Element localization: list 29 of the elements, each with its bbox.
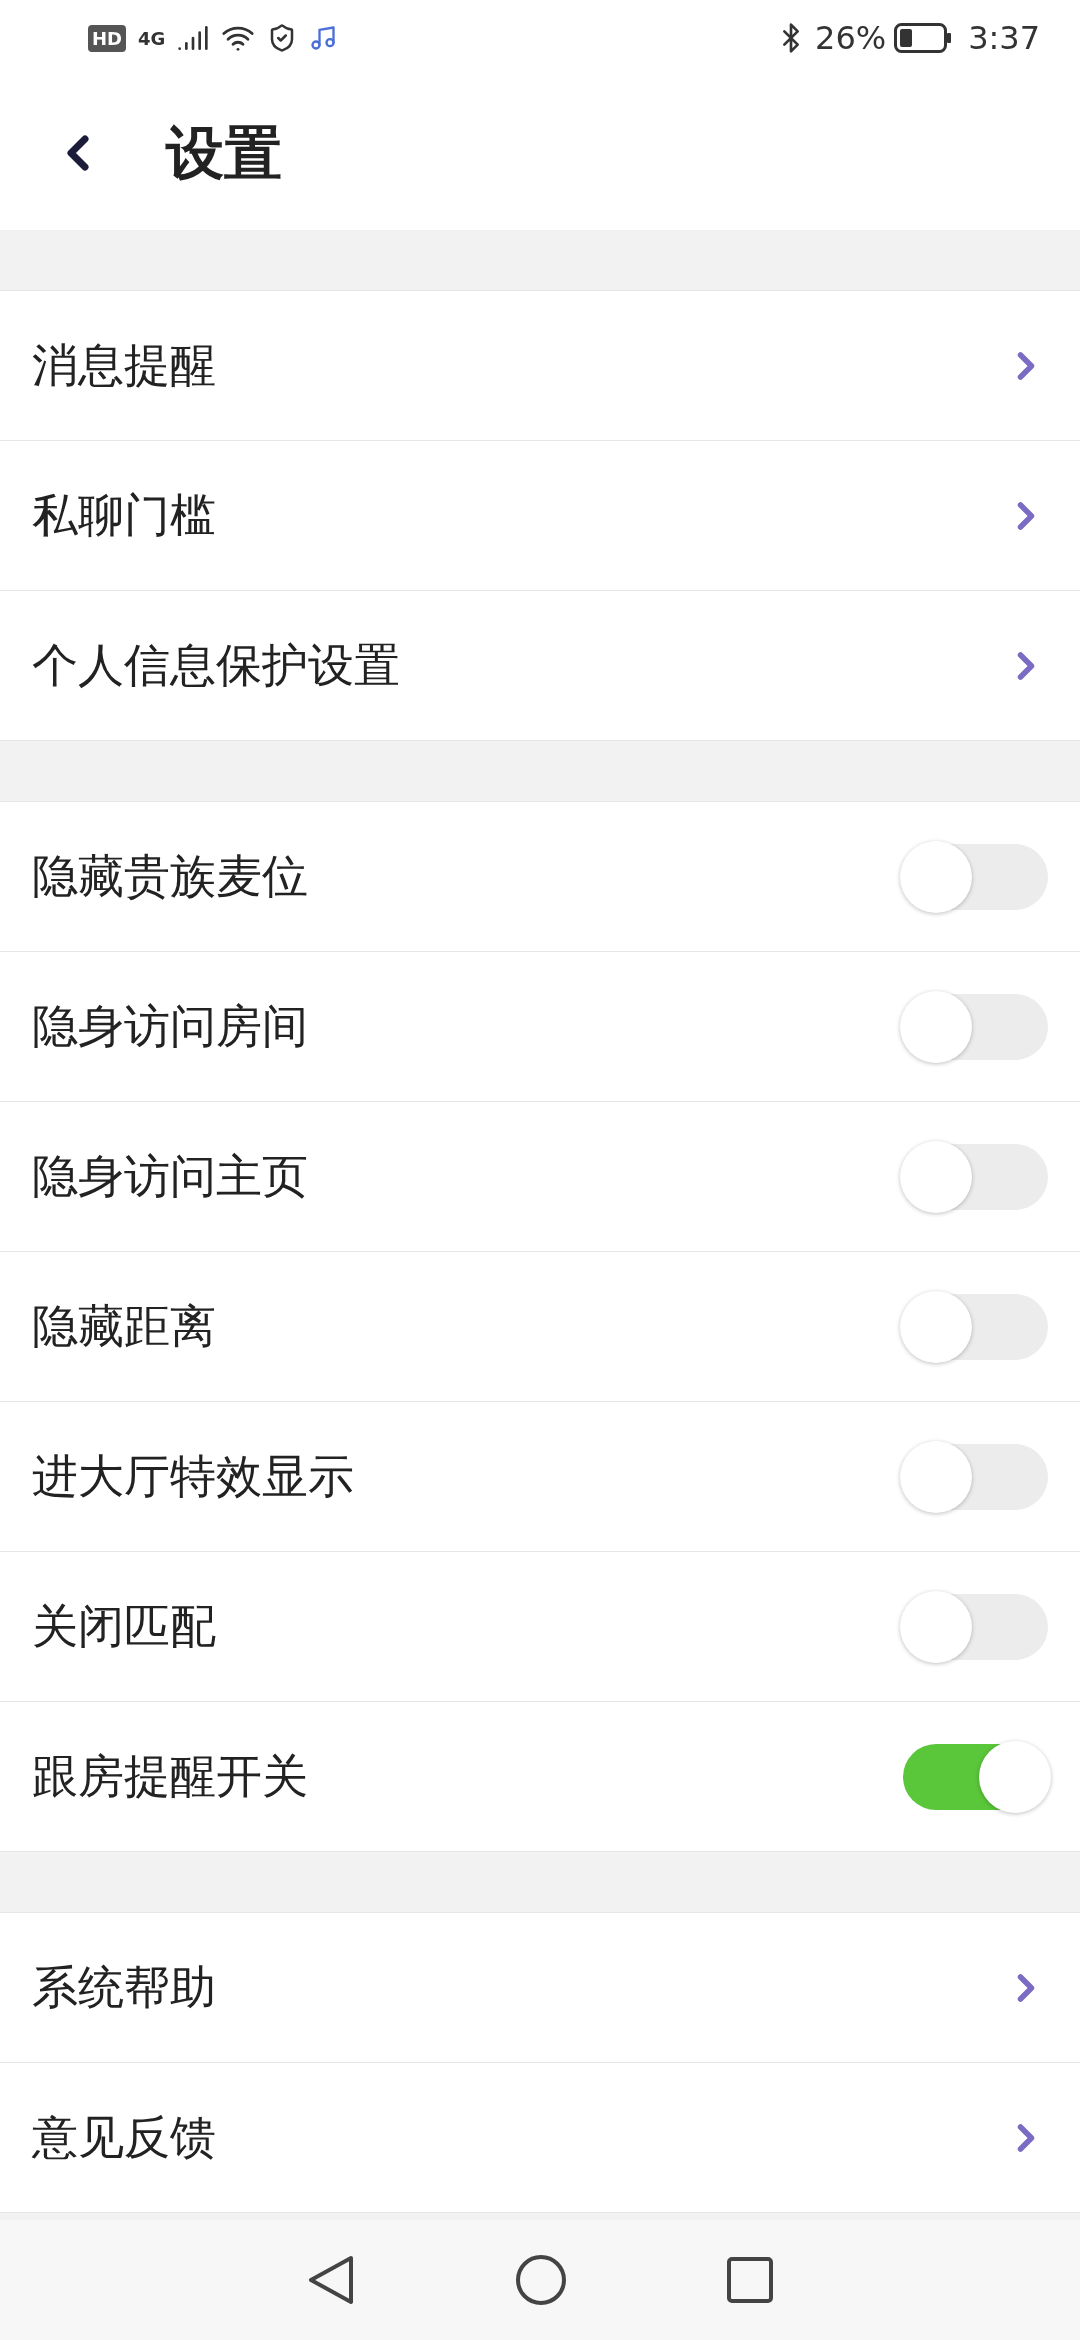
toggle-switch[interactable] xyxy=(903,993,1048,1060)
music-icon xyxy=(309,24,338,52)
toggle-switch[interactable] xyxy=(903,843,1048,910)
back-nav-icon[interactable] xyxy=(307,2254,355,2306)
setting-label: 个人信息保护设置 xyxy=(32,637,400,694)
toggle-switch[interactable] xyxy=(903,1743,1048,1810)
toggle-switch[interactable] xyxy=(903,1593,1048,1660)
setting-label: 消息提醒 xyxy=(32,337,216,394)
hd-badge: HD xyxy=(88,24,126,52)
battery-percent: 26% xyxy=(815,18,887,59)
setting-label: 意见反馈 xyxy=(32,2109,216,2166)
toggle-switch[interactable] xyxy=(903,1293,1048,1360)
toggle-switch[interactable] xyxy=(903,1443,1048,1510)
setting-label: 进大厅特效显示 xyxy=(32,1448,354,1505)
setting-label: 隐藏贵族麦位 xyxy=(32,848,308,905)
setting-label: 跟房提醒开关 xyxy=(32,1748,308,1805)
battery-icon xyxy=(894,23,953,53)
setting-label: 隐身访问房间 xyxy=(32,998,308,1055)
setting-label: 隐藏距离 xyxy=(32,1298,216,1355)
setting-label: 隐身访问主页 xyxy=(32,1148,308,1205)
home-nav-icon[interactable] xyxy=(515,2254,567,2306)
network-label: 4G xyxy=(138,26,166,51)
setting-label: 私聊门槛 xyxy=(32,487,216,544)
setting-label: 关闭匹配 xyxy=(32,1598,216,1655)
toggle-switch[interactable] xyxy=(903,1143,1048,1210)
clock-time: 3:37 xyxy=(968,18,1040,59)
page-title: 设置 xyxy=(166,117,282,189)
setting-label: 系统帮助 xyxy=(32,1959,216,2016)
recents-nav-icon[interactable] xyxy=(727,2257,773,2303)
